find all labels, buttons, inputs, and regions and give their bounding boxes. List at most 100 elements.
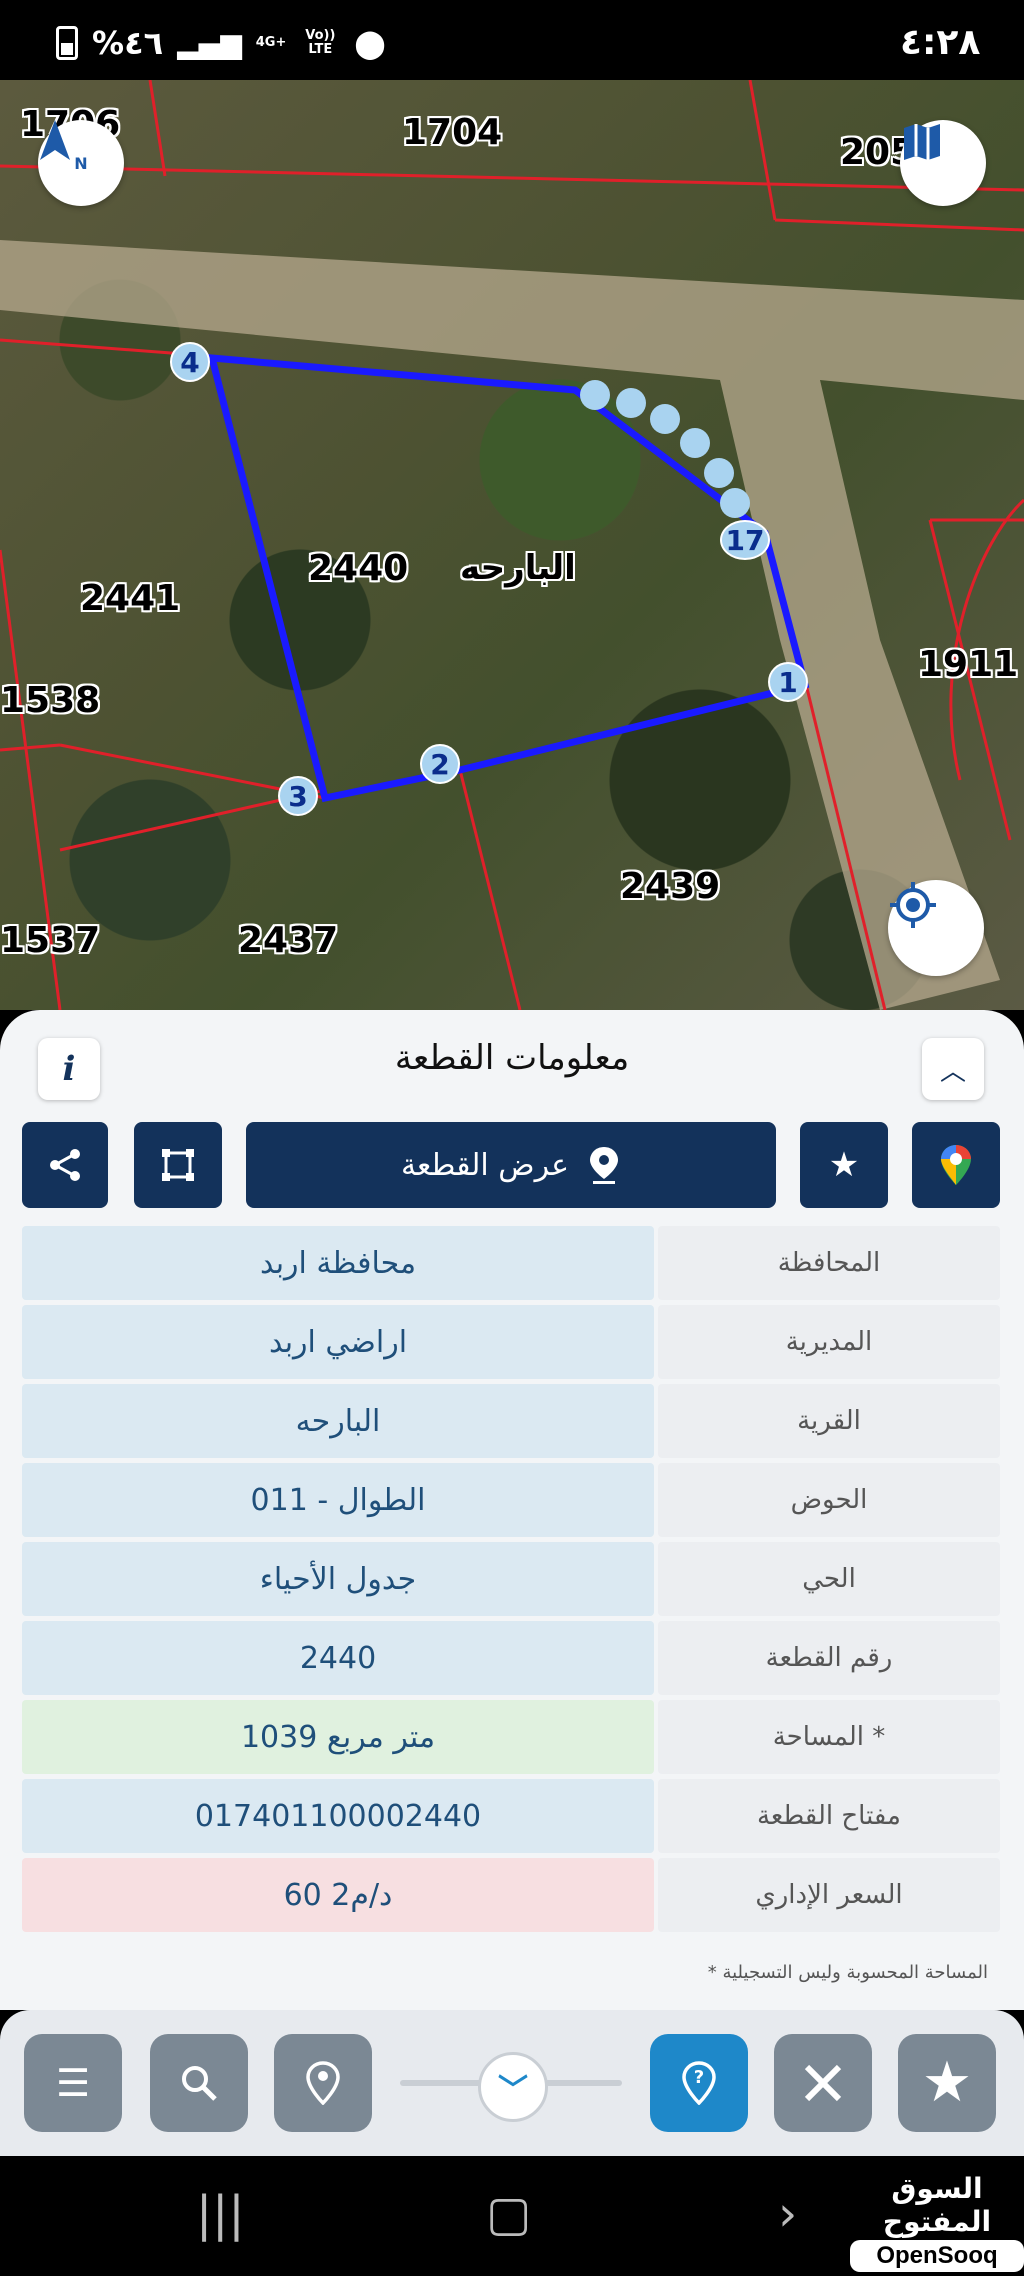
parcel-number-label: 1537 <box>0 920 101 961</box>
help-pin-icon: ? <box>682 2061 716 2105</box>
search-button[interactable] <box>150 2034 248 2132</box>
info-row-label: المساحة * <box>658 1700 1000 1774</box>
info-row-value: 1039 متر مربع <box>22 1700 654 1774</box>
layers-button[interactable] <box>900 120 986 206</box>
locate-button[interactable] <box>888 880 984 976</box>
show-parcel-label: عرض القطعة <box>400 1147 570 1183</box>
info-row-label: الحوض <box>658 1463 1000 1537</box>
info-row-value: 017401100002440 <box>22 1779 654 1853</box>
info-row-value: 60 د/م2 <box>22 1858 654 1932</box>
network-type: 4G+ <box>255 35 287 50</box>
info-row-label: القرية <box>658 1384 1000 1458</box>
polygon-icon <box>162 1149 194 1181</box>
location-pin-icon <box>590 1147 619 1184</box>
map-layers-icon <box>904 124 940 160</box>
brand-english: OpenSooq <box>850 2240 1024 2272</box>
chevron-up-icon: ︿ <box>939 1056 966 1087</box>
info-row: محافظة اربد المحافظة <box>22 1226 1000 1300</box>
parcel-info-panel: معلومات القطعة i ︿ عرض القطعة ★ محافظة ا… <box>0 1010 1024 2010</box>
compass-north-label: N <box>74 153 88 173</box>
star-icon: ★ <box>921 2050 973 2115</box>
locate-icon <box>890 882 936 928</box>
search-icon <box>182 2066 217 2101</box>
bottom-toolbar: ☰ ﹀ ? ★ <box>0 2010 1024 2156</box>
info-row-label: رقم القطعة <box>658 1621 1000 1695</box>
tools-button[interactable] <box>774 2034 872 2132</box>
collapse-button[interactable]: ︿ <box>922 1038 984 1100</box>
info-row: البارحه القرية <box>22 1384 1000 1458</box>
my-location-button[interactable] <box>274 2034 372 2132</box>
share-icon <box>50 1149 80 1181</box>
share-button[interactable] <box>22 1122 108 1208</box>
favorite-button[interactable]: ★ <box>800 1122 888 1208</box>
chevron-down-icon: ﹀ <box>498 2073 528 2108</box>
google-maps-icon <box>941 1145 971 1185</box>
help-button[interactable]: ? <box>650 2034 748 2132</box>
info-row: 017401100002440 مفتاح القطعة <box>22 1779 1000 1853</box>
info-row-label: الحي <box>658 1542 1000 1616</box>
back-icon[interactable]: › <box>778 2186 797 2242</box>
vertex-marker[interactable]: 17 <box>720 520 770 560</box>
location-person-icon <box>306 2061 340 2105</box>
opensooq-watermark: السوق المفتوح OpenSooq <box>850 2172 1024 2272</box>
recent-apps-icon[interactable]: ||| <box>196 2186 245 2242</box>
clock: ٤:٢٨ <box>900 22 981 63</box>
map-view[interactable]: 1706 1704 205 2441 2440 البارحه 1911 153… <box>0 80 1024 1010</box>
compass-button[interactable]: N <box>38 120 124 206</box>
parcel-number-label: 2439 <box>620 866 721 907</box>
measure-area-button[interactable] <box>134 1122 222 1208</box>
parcel-number-label: 2437 <box>238 920 339 961</box>
info-row-value: جدول الأحياء <box>22 1542 654 1616</box>
info-row: 60 د/م2 السعر الإداري <box>22 1858 1000 1932</box>
village-label: البارحه <box>460 548 576 588</box>
info-row-value: الطوال - 011 <box>22 1463 654 1537</box>
google-maps-button[interactable] <box>912 1122 1000 1208</box>
brand-arabic: السوق المفتوح <box>882 2172 992 2238</box>
info-row-label: السعر الإداري <box>658 1858 1000 1932</box>
vertex-cluster <box>580 380 760 520</box>
svg-text:?: ? <box>694 2067 704 2088</box>
parcel-number-label: 2441 <box>80 578 181 619</box>
parcel-number-label: 1704 <box>402 112 503 153</box>
list-button[interactable]: ☰ <box>24 2034 122 2132</box>
panel-title: معلومات القطعة <box>394 1038 630 1078</box>
vertex-marker[interactable]: 1 <box>768 662 808 702</box>
favorites-button[interactable]: ★ <box>898 2034 996 2132</box>
vertex-marker[interactable]: 4 <box>170 342 210 382</box>
list-icon: ☰ <box>55 2061 91 2105</box>
vertex-marker[interactable]: 3 <box>278 776 318 816</box>
parcel-number-label: 1538 <box>0 680 101 721</box>
slider-handle[interactable]: ﹀ <box>478 2052 548 2122</box>
info-row: جدول الأحياء الحي <box>22 1542 1000 1616</box>
info-row-label: المحافظة <box>658 1226 1000 1300</box>
signal-icon: ▂▄▆ <box>177 26 242 60</box>
info-row: اراضي اربد المديرية <box>22 1305 1000 1379</box>
status-left: %٤٦ ▂▄▆ 4G+ Vo)) LTE ⬤ <box>56 24 386 62</box>
home-icon[interactable]: ▢ <box>486 2186 531 2242</box>
info-row-label: مفتاح القطعة <box>658 1779 1000 1853</box>
info-row-value: اراضي اربد <box>22 1305 654 1379</box>
status-bar: %٤٦ ▂▄▆ 4G+ Vo)) LTE ⬤ ٤:٢٨ <box>0 0 1024 80</box>
system-nav-bar: ||| ▢ › السوق المفتوح OpenSooq <box>0 2156 1024 2276</box>
location-status-icon: ⬤ <box>354 26 386 60</box>
info-button[interactable]: i <box>38 1038 100 1100</box>
info-row-value: 2440 <box>22 1621 654 1695</box>
info-row-value: محافظة اربد <box>22 1226 654 1300</box>
info-icon: i <box>62 1049 76 1089</box>
parcel-number-label: 2440 <box>308 548 409 589</box>
info-row: الطوال - 011 الحوض <box>22 1463 1000 1537</box>
parcel-number-label: 1911 <box>918 644 1019 685</box>
volte-label: Vo)) LTE <box>305 28 336 57</box>
map-overlay <box>0 80 1024 1010</box>
info-row-value: البارحه <box>22 1384 654 1458</box>
show-parcel-button[interactable]: عرض القطعة <box>246 1122 776 1208</box>
info-row-label: المديرية <box>658 1305 1000 1379</box>
tools-icon <box>804 2064 842 2102</box>
vertex-marker[interactable]: 2 <box>420 744 460 784</box>
compass-icon: N <box>40 120 88 173</box>
battery-icon <box>56 26 78 60</box>
info-row: 1039 متر مربع المساحة * <box>22 1700 1000 1774</box>
star-icon: ★ <box>828 1145 860 1185</box>
info-row: 2440 رقم القطعة <box>22 1621 1000 1695</box>
battery-percent: %٤٦ <box>92 24 164 62</box>
